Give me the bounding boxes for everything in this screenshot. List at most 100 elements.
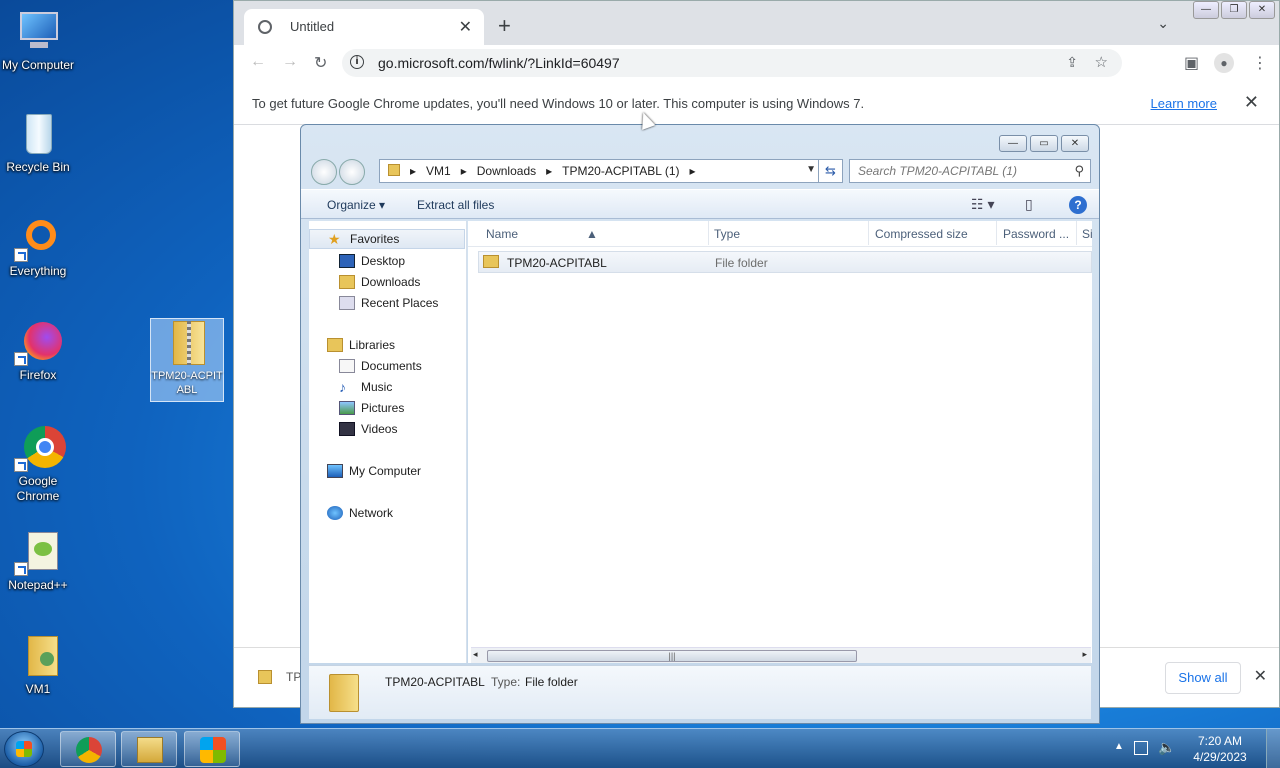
notepad-plus-plus-icon [14, 528, 62, 576]
zip-file-icon [258, 670, 272, 684]
desktop-icon-google-chrome[interactable]: Google Chrome [0, 424, 76, 504]
explorer-folder-icon [137, 737, 163, 763]
column-header-password[interactable]: Password ... [1003, 227, 1069, 241]
column-header-name[interactable]: Name [486, 227, 518, 241]
forward-icon[interactable]: → [282, 53, 298, 71]
close-download-shelf-icon[interactable]: ✕ [1254, 666, 1267, 686]
nav-desktop[interactable]: Desktop [309, 251, 465, 271]
breadcrumb-arrow-icon[interactable]: ▸ [461, 164, 467, 178]
back-icon[interactable]: ← [250, 53, 266, 71]
nav-favorites[interactable]: ★ Favorites [309, 229, 465, 249]
breadcrumb-arrow-icon[interactable]: ▸ [690, 164, 696, 178]
clock-date: 4/29/2023 [1193, 750, 1247, 764]
search-icon[interactable]: ⚲ [1074, 163, 1084, 179]
desktop-icon [339, 254, 355, 268]
address-dropdown-icon[interactable]: ▼ [806, 164, 816, 175]
share-icon[interactable]: ⇪ [1066, 54, 1078, 71]
desktop-icon-everything[interactable]: Everything [0, 214, 76, 279]
nav-recent-places[interactable]: Recent Places [309, 293, 465, 313]
refresh-icon[interactable]: ⇆ [818, 160, 842, 182]
nav-videos[interactable]: Videos [309, 419, 465, 439]
scrollbar-thumb[interactable]: ||| [487, 650, 857, 662]
computer-icon [14, 8, 62, 56]
organize-button[interactable]: Organize ▾ [327, 198, 385, 212]
network-tray-icon[interactable] [1134, 741, 1148, 755]
nav-my-computer[interactable]: My Computer [309, 461, 465, 481]
horizontal-scrollbar[interactable]: ◂ ||| ▸ [471, 647, 1091, 663]
column-header-type[interactable]: Type [714, 227, 740, 241]
details-pane: TPM20-ACPITABL Type: File folder [309, 665, 1091, 719]
nav-music[interactable]: ♪ Music [309, 377, 465, 397]
extract-all-button[interactable]: Extract all files [417, 198, 494, 212]
explorer-search-box[interactable]: Search TPM20-ACPITABL (1) ⚲ [849, 159, 1091, 183]
breadcrumb-item[interactable]: TPM20-ACPITABL (1) [562, 164, 679, 178]
details-name: TPM20-ACPITABL [385, 675, 485, 689]
back-button[interactable] [311, 159, 337, 185]
explorer-address-bar[interactable]: ▸ VM1 ▸ Downloads ▸ TPM20-ACPITABL (1) ▸… [379, 159, 843, 183]
nav-label: Network [349, 506, 394, 520]
desktop-icon-firefox[interactable]: Firefox [0, 318, 76, 383]
reload-icon[interactable]: ↻ [314, 53, 327, 73]
minimize-button[interactable]: — [1193, 1, 1219, 19]
desktop-icon-notepad-plus-plus[interactable]: Notepad++ [0, 528, 76, 593]
show-all-downloads-button[interactable]: Show all [1165, 662, 1241, 694]
clock[interactable]: 7:20 AM 4/29/2023 [1190, 733, 1250, 765]
desktop-icon-label: Recycle Bin [6, 160, 70, 174]
videos-icon [339, 422, 355, 436]
chrome-tab[interactable]: Untitled ✕ [244, 9, 484, 45]
menu-kebab-icon[interactable]: ⋮ [1252, 53, 1268, 73]
help-icon[interactable]: ? [1069, 196, 1087, 214]
breadcrumb-arrow-icon[interactable]: ▸ [410, 164, 416, 178]
scroll-left-icon[interactable]: ◂ [473, 649, 478, 660]
scroll-right-icon[interactable]: ▸ [1082, 649, 1087, 660]
network-icon [327, 506, 343, 520]
desktop-icon-recycle-bin[interactable]: Recycle Bin [0, 110, 76, 175]
preview-pane-icon[interactable]: ▯ [1025, 196, 1033, 213]
bookmark-star-icon[interactable]: ☆ [1095, 53, 1108, 71]
tab-search-chevron-icon[interactable]: ⌄ [1157, 15, 1169, 32]
close-button[interactable]: ✕ [1249, 1, 1275, 19]
breadcrumb-item[interactable]: VM1 [426, 164, 451, 178]
start-button[interactable] [4, 731, 44, 767]
restore-button[interactable]: ❐ [1221, 1, 1247, 19]
view-options-icon[interactable]: ☷ ▾ [971, 196, 994, 213]
breadcrumb-arrow-icon[interactable]: ▸ [546, 164, 552, 178]
nav-pictures[interactable]: Pictures [309, 398, 465, 418]
side-panel-icon[interactable]: ▣ [1184, 53, 1199, 73]
recycle-bin-icon [14, 110, 62, 158]
volume-muted-icon[interactable]: 🔈 [1158, 739, 1175, 756]
column-header-size[interactable]: Si [1082, 227, 1093, 241]
nav-documents[interactable]: Documents [309, 356, 465, 376]
new-tab-button[interactable]: + [498, 13, 511, 39]
profile-avatar-icon[interactable]: ● [1214, 53, 1234, 73]
minimize-button[interactable]: — [999, 135, 1027, 152]
breadcrumb-item[interactable]: Downloads [477, 164, 536, 178]
forward-button[interactable] [339, 159, 365, 185]
nav-downloads[interactable]: Downloads [309, 272, 465, 292]
sort-ascending-icon: ▲ [586, 227, 598, 241]
taskbar-chrome-button[interactable] [60, 731, 116, 767]
column-header-compressed-size[interactable]: Compressed size [875, 227, 968, 241]
show-desktop-button[interactable] [1266, 729, 1280, 768]
show-hidden-icons-icon[interactable]: ▲ [1114, 741, 1124, 752]
maximize-button[interactable]: ▭ [1030, 135, 1058, 152]
desktop-icon-vm1[interactable]: VM1 [0, 632, 76, 697]
desktop-icon-tpm20-acpitabl[interactable]: TPM20-ACPITABL [150, 318, 224, 402]
file-list: ▲ Name Type Compressed size Password ...… [468, 221, 1093, 663]
nav-label: Favorites [350, 232, 400, 246]
site-info-icon[interactable]: i [350, 55, 364, 69]
taskbar-explorer-button[interactable] [121, 731, 177, 767]
nav-network[interactable]: Network [309, 503, 465, 523]
learn-more-link[interactable]: Learn more [1151, 96, 1217, 111]
nav-libraries[interactable]: Libraries [309, 335, 465, 355]
table-row[interactable]: TPM20-ACPITABL File folder [478, 251, 1092, 273]
close-infobar-icon[interactable]: ✕ [1244, 92, 1259, 113]
close-tab-icon[interactable]: ✕ [459, 17, 472, 37]
desktop-icon-my-computer[interactable]: My Computer [0, 8, 76, 73]
address-bar[interactable]: i go.microsoft.com/fwlink/?LinkId=60497 … [342, 49, 1122, 77]
command-bar: Organize ▾ Extract all files ☷ ▾ ▯ ? [301, 189, 1099, 219]
taskbar-windows-button[interactable] [184, 731, 240, 767]
windows-flag-icon [200, 737, 226, 763]
close-button[interactable]: ✕ [1061, 135, 1089, 152]
row-name: TPM20-ACPITABL [507, 256, 607, 270]
